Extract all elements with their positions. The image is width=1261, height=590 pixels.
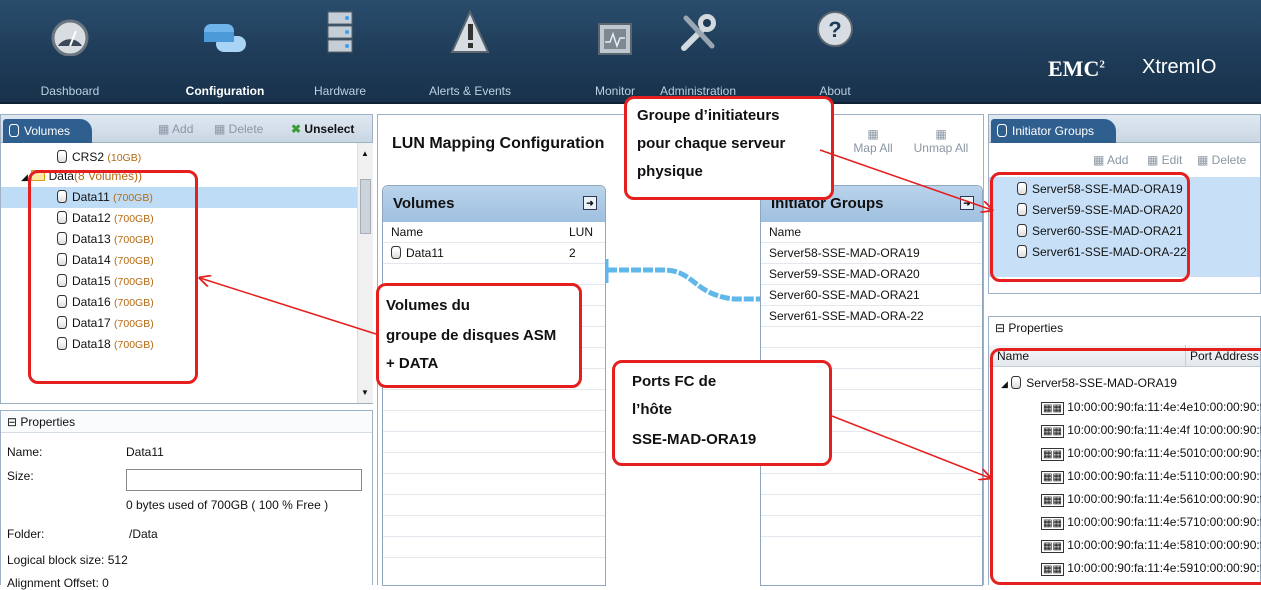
arrow-to-volumes	[200, 278, 377, 335]
annotation-arrows	[0, 149, 1261, 585]
arrow-to-ports	[831, 415, 990, 478]
arrow-to-initiator-groups	[819, 149, 992, 210]
